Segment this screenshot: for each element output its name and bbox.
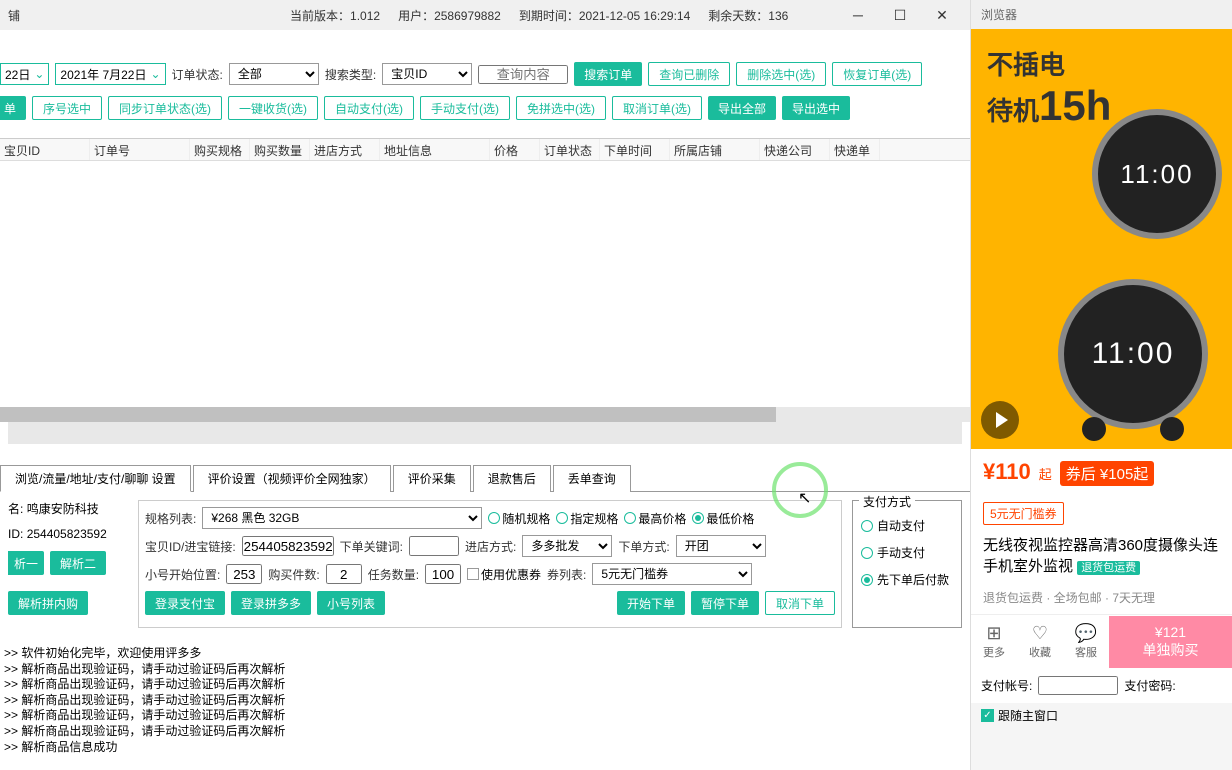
shop-name: 鸣康安防科技 bbox=[27, 502, 99, 516]
type-select[interactable]: 宝贝ID bbox=[382, 63, 472, 85]
tab-review-settings[interactable]: 评价设置（视频评价全网独家） bbox=[193, 465, 391, 492]
parse1-button[interactable]: 析一 bbox=[8, 551, 44, 575]
coupon-select[interactable]: 5元无门槛券 bbox=[592, 563, 752, 585]
radio-pay-later[interactable]: 先下单后付款 bbox=[861, 571, 953, 588]
product-image[interactable]: 不插电 待机15h 11:00 11:00 bbox=[971, 29, 1232, 449]
status-select[interactable]: 全部 bbox=[229, 63, 319, 85]
more-button[interactable]: ⊞更多 bbox=[971, 615, 1017, 668]
price-row: ¥110起 券后 ¥105起 bbox=[971, 449, 1232, 496]
close-button[interactable]: ✕ bbox=[922, 3, 962, 27]
cancel-order-button[interactable]: 取消订单(选) bbox=[612, 96, 702, 120]
search-orders-button[interactable]: 搜索订单 bbox=[574, 62, 642, 86]
radio-min-price[interactable]: 最低价格 bbox=[692, 510, 754, 527]
tab-browse-settings[interactable]: 浏览/流量/地址/支付/聊聊 设置 bbox=[0, 465, 191, 492]
product-title: 无线夜视监控器高清360度摄像头连手机室外监视 退货包运费 bbox=[971, 531, 1232, 581]
pause-order-button[interactable]: 暂停下单 bbox=[691, 591, 759, 615]
manualpay-button[interactable]: 手动支付(选) bbox=[420, 96, 510, 120]
radio-random-spec[interactable]: 随机规格 bbox=[488, 510, 550, 527]
play-icon[interactable] bbox=[981, 401, 1019, 439]
date-from[interactable]: 22日⌄ bbox=[0, 63, 49, 85]
radio-auto-pay[interactable]: 自动支付 bbox=[861, 517, 953, 534]
radio-manual-pay[interactable]: 手动支付 bbox=[861, 544, 953, 561]
buy-button[interactable]: ¥121单独购买 bbox=[1109, 616, 1232, 668]
order-button[interactable]: 单 bbox=[0, 96, 26, 120]
payment-method-group: 支付方式 自动支付 手动支付 先下单后付款 bbox=[852, 500, 962, 628]
exempt-button[interactable]: 免拼选中(选) bbox=[516, 96, 606, 120]
grid-hscroll[interactable] bbox=[0, 407, 970, 422]
receive-button[interactable]: 一键收货(选) bbox=[228, 96, 318, 120]
grid-header: 宝贝ID 订单号 购买规格 购买数量 进店方式 地址信息 价格 订单状态 下单时… bbox=[0, 139, 970, 161]
status-label: 订单状态: bbox=[172, 66, 223, 83]
type-label: 搜索类型: bbox=[325, 66, 376, 83]
radio-fixed-spec[interactable]: 指定规格 bbox=[556, 510, 618, 527]
start-order-button[interactable]: 开始下单 bbox=[617, 591, 685, 615]
shipping-info: 退货包运费 · 全场包邮 · 7天无理 bbox=[971, 581, 1232, 614]
orders-grid: 宝贝ID 订单号 购买规格 购买数量 进店方式 地址信息 价格 订单状态 下单时… bbox=[0, 138, 970, 408]
shop-suffix: 铺 bbox=[8, 7, 20, 24]
shop-id: 254405823592 bbox=[27, 527, 107, 541]
login-pdd-button[interactable]: 登录拼多多 bbox=[231, 591, 311, 615]
parse2-button[interactable]: 解析二 bbox=[50, 551, 106, 575]
titlebar: 铺 当前版本：1.012 用户：2586979882 到期时间：2021-12-… bbox=[0, 0, 970, 30]
enter-method-select[interactable]: 多多批发 bbox=[522, 535, 612, 557]
startpos-input[interactable] bbox=[226, 564, 262, 584]
cancel-order-button[interactable]: 取消下单 bbox=[765, 591, 835, 615]
tab-lost-order[interactable]: 丢单查询 bbox=[553, 465, 631, 492]
minimize-button[interactable]: ─ bbox=[838, 3, 878, 27]
keyword-input[interactable] bbox=[409, 536, 459, 556]
spec-select[interactable]: ¥268 黑色 32GB bbox=[202, 507, 482, 529]
tab-review-collect[interactable]: 评价采集 bbox=[393, 465, 471, 492]
buycount-input[interactable] bbox=[326, 564, 362, 584]
pay-account-input[interactable] bbox=[1038, 676, 1118, 695]
log-output: 软件初始化完毕，欢迎使用评多多 解析商品出现验证码，请手动过验证码后再次解析 解… bbox=[0, 642, 970, 759]
query-deleted-button[interactable]: 查询已删除 bbox=[648, 62, 730, 86]
export-sel-button[interactable]: 导出选中 bbox=[782, 96, 850, 120]
cursor-icon: ↖ bbox=[798, 488, 811, 508]
service-button[interactable]: 💬客服 bbox=[1063, 615, 1109, 668]
account-list-button[interactable]: 小号列表 bbox=[317, 591, 385, 615]
maximize-button[interactable]: ☐ bbox=[880, 3, 920, 27]
parse-inner-button[interactable]: 解析拼内购 bbox=[8, 591, 88, 615]
restore-orders-button[interactable]: 恢复订单(选) bbox=[832, 62, 922, 86]
use-coupon-checkbox[interactable]: 使用优惠券 bbox=[467, 566, 541, 583]
follow-window-checkbox[interactable]: ✓ bbox=[981, 709, 994, 722]
search-input[interactable] bbox=[478, 65, 568, 84]
clock-icon: 11:00 bbox=[1092, 109, 1222, 239]
seq-select-button[interactable]: 序号选中 bbox=[32, 96, 102, 120]
taskcount-input[interactable] bbox=[425, 564, 461, 584]
sync-status-button[interactable]: 同步订单状态(选) bbox=[108, 96, 222, 120]
autopay-button[interactable]: 自动支付(选) bbox=[324, 96, 414, 120]
product-link-input[interactable] bbox=[242, 536, 334, 556]
login-alipay-button[interactable]: 登录支付宝 bbox=[145, 591, 225, 615]
radio-max-price[interactable]: 最高价格 bbox=[624, 510, 686, 527]
favorite-button[interactable]: ♡收藏 bbox=[1017, 615, 1063, 668]
coupon-badge[interactable]: 5元无门槛券 bbox=[983, 502, 1064, 525]
date-to[interactable]: 2021年 7月22日⌄ bbox=[55, 63, 165, 85]
export-all-button[interactable]: 导出全部 bbox=[708, 96, 776, 120]
clock-icon: 11:00 bbox=[1058, 279, 1208, 429]
browser-title: 浏览器 bbox=[971, 0, 1232, 29]
delete-selected-button[interactable]: 删除选中(选) bbox=[736, 62, 826, 86]
order-method-select[interactable]: 开团 bbox=[676, 535, 766, 557]
tab-refund[interactable]: 退款售后 bbox=[473, 465, 551, 492]
